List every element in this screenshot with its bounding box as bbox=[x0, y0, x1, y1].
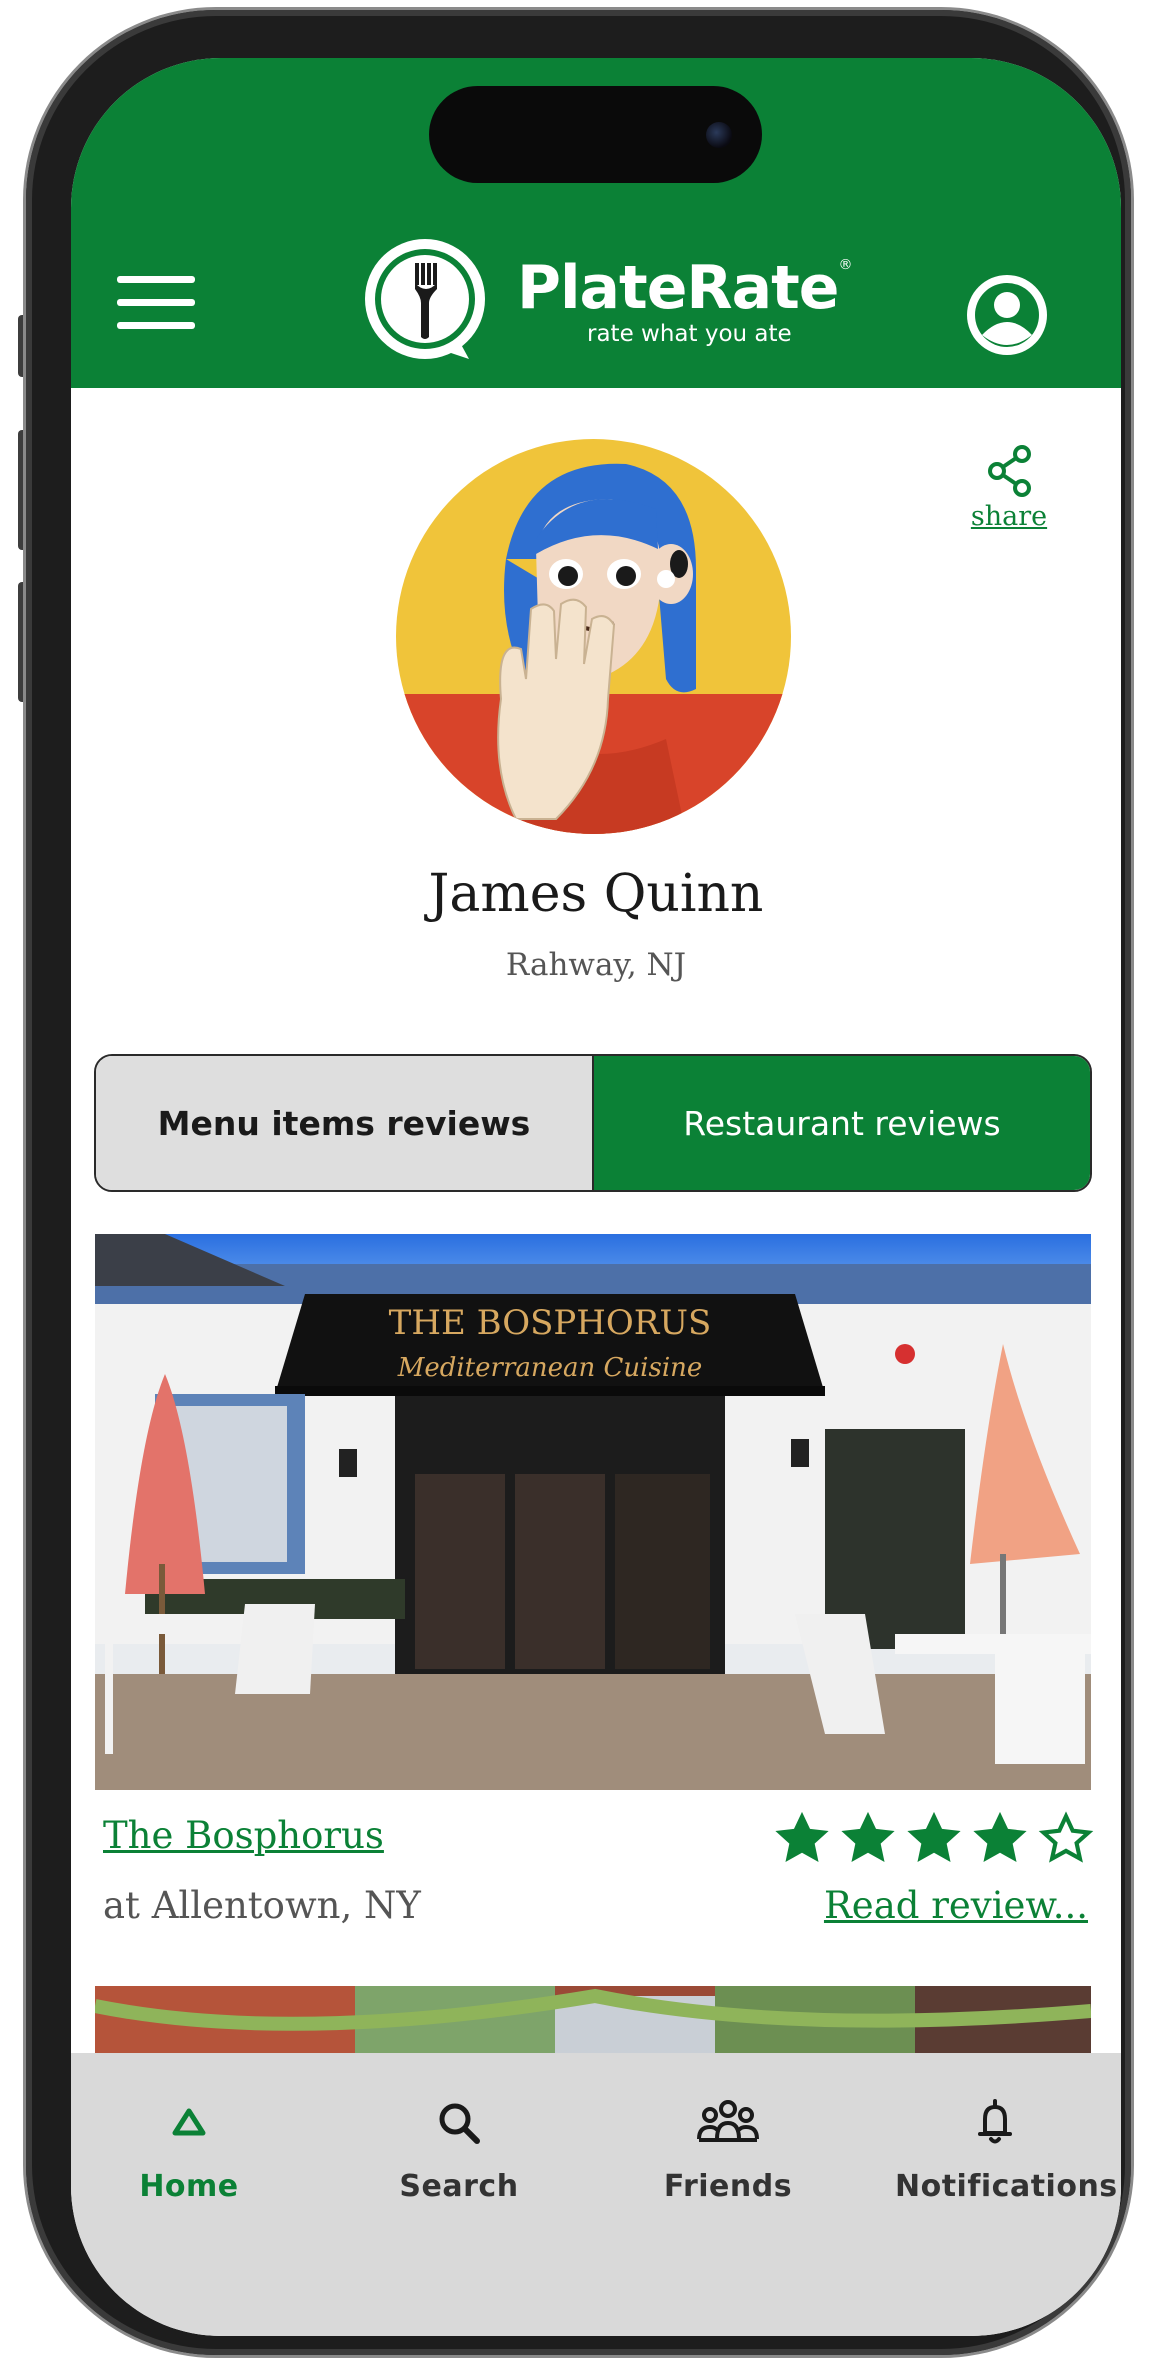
nav-friends-label: Friends bbox=[663, 2169, 793, 2204]
app-screen: PlateRate® rate what you ate share James… bbox=[71, 58, 1121, 2336]
registered-mark: ® bbox=[838, 257, 852, 273]
read-review-link[interactable]: Read review... bbox=[824, 1884, 1088, 1927]
friends-icon bbox=[697, 2100, 759, 2142]
search-icon bbox=[439, 2103, 480, 2144]
restaurant-name-link[interactable]: The Bosphorus bbox=[103, 1814, 384, 1857]
fork-plate-icon bbox=[357, 233, 493, 369]
nav-notifications-label: Notifications bbox=[895, 2169, 1118, 2204]
awning-sign-subtext: Mediterranean Cuisine bbox=[397, 1353, 703, 1383]
awning-sign-text: THE BOSPHORUS bbox=[389, 1303, 712, 1343]
hamburger-menu-button[interactable] bbox=[117, 276, 195, 332]
nav-home-label: Home bbox=[139, 2169, 239, 2204]
share-label: share bbox=[970, 501, 1048, 532]
star-empty-icon bbox=[1038, 1811, 1094, 1863]
star-filled-icon bbox=[907, 1811, 961, 1862]
rating-stars bbox=[771, 1808, 1097, 1870]
star-filled-icon bbox=[841, 1811, 895, 1862]
nav-notifications[interactable]: Notifications bbox=[895, 2093, 1118, 2204]
nav-search-label: Search bbox=[399, 2169, 519, 2204]
home-triangle-icon bbox=[172, 2108, 206, 2136]
star-filled-icon bbox=[973, 1811, 1027, 1862]
user-location: Rahway, NJ bbox=[505, 947, 687, 983]
bottom-navigation: Home Search Friends Notifications bbox=[71, 2053, 1121, 2336]
camera-icon bbox=[706, 122, 732, 148]
dynamic-island bbox=[429, 86, 762, 183]
user-circle-icon bbox=[967, 275, 1047, 355]
brand-name: PlateRate® bbox=[517, 257, 852, 318]
restaurant-location: at Allentown, NY bbox=[103, 1884, 421, 1927]
share-icon bbox=[988, 445, 1031, 497]
nav-home[interactable]: Home bbox=[89, 2093, 289, 2204]
user-name: James Quinn bbox=[428, 864, 764, 924]
review-type-tabs: Menu items reviews Restaurant reviews bbox=[94, 1054, 1092, 1192]
bell-icon bbox=[978, 2099, 1012, 2144]
star-filled-icon bbox=[775, 1811, 829, 1862]
share-button[interactable]: share bbox=[964, 443, 1054, 532]
brand-name-text: PlateRate bbox=[517, 253, 839, 323]
nav-friends[interactable]: Friends bbox=[628, 2093, 828, 2204]
restaurant-photo[interactable]: THE BOSPHORUS Mediterranean Cuisine bbox=[95, 1234, 1091, 1790]
nav-search[interactable]: Search bbox=[359, 2093, 559, 2204]
hamburger-icon bbox=[117, 276, 195, 283]
app-header: PlateRate® rate what you ate bbox=[71, 58, 1121, 388]
tab-restaurant-reviews[interactable]: Restaurant reviews bbox=[592, 1056, 1090, 1190]
avatar bbox=[396, 439, 791, 834]
brand-tagline: rate what you ate bbox=[587, 321, 792, 347]
tab-menu-items-reviews[interactable]: Menu items reviews bbox=[96, 1056, 592, 1190]
user-profile-button[interactable] bbox=[965, 273, 1049, 357]
